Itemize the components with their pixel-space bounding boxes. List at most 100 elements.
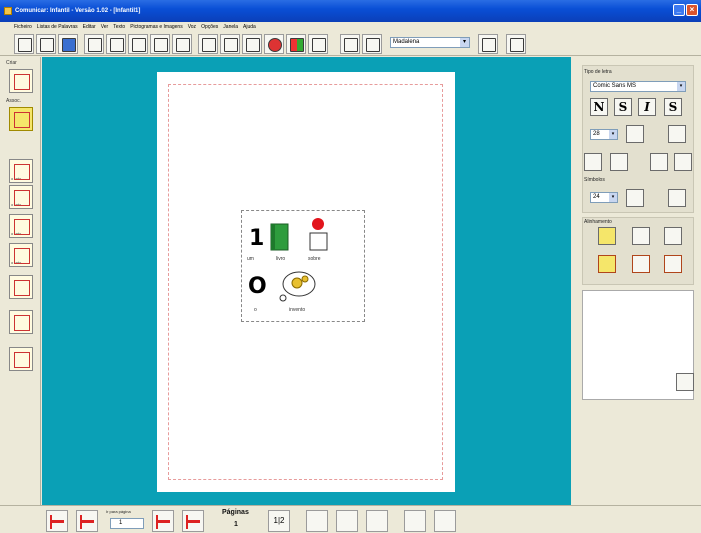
abc-symbol-icon[interactable] xyxy=(506,34,526,54)
delete-icon[interactable] xyxy=(242,34,262,54)
page-number-input[interactable]: 1 xyxy=(110,518,144,529)
right-format-panel: Tipo de letra Comic Sans MS ▾ N S I S 28… xyxy=(572,57,701,505)
tool-caption: o rato xyxy=(11,176,22,181)
resize-icon[interactable] xyxy=(9,310,33,334)
add-page-icon[interactable] xyxy=(404,510,426,532)
tool-caption: o rato xyxy=(11,231,22,236)
tool-caption: o rato xyxy=(11,260,22,265)
criar-label: Criar xyxy=(6,60,17,66)
align-center-icon[interactable] xyxy=(632,227,650,245)
font-color-icon[interactable] xyxy=(626,125,644,143)
symbol-size-select[interactable]: 24 ▾ xyxy=(590,192,618,203)
open-folder-icon[interactable] xyxy=(36,34,56,54)
menu-janela[interactable]: Janela xyxy=(223,24,238,30)
list-icon[interactable] xyxy=(650,153,668,171)
zoom-out-icon[interactable] xyxy=(366,510,388,532)
underline-button[interactable]: S xyxy=(614,98,632,116)
close-button[interactable]: × xyxy=(686,4,698,16)
next-page-icon[interactable] xyxy=(152,510,174,532)
last-page-icon[interactable] xyxy=(182,510,204,532)
clear-image-icon[interactable] xyxy=(676,373,694,391)
tool-button-4[interactable]: o rato xyxy=(9,243,33,267)
voice-settings-icon[interactable] xyxy=(362,34,382,54)
minimize-button[interactable]: _ xyxy=(673,4,685,16)
symbol-label-um: um xyxy=(247,256,254,262)
menu-pictogramas[interactable]: Pictogramas e Imagens xyxy=(130,24,183,30)
menu-texto[interactable]: Texto xyxy=(113,24,125,30)
spellcheck-icon[interactable] xyxy=(478,34,498,54)
tool-button-3[interactable]: o rato xyxy=(9,214,33,238)
symbol-size-label: Símbolos xyxy=(584,177,605,183)
strike-button[interactable]: S xyxy=(664,98,682,116)
tool-button-1[interactable]: o rato xyxy=(9,159,33,183)
alignment-label: Alinhamento xyxy=(584,219,612,225)
menu-ajuda[interactable]: Ajuda xyxy=(243,24,256,30)
menu-listas[interactable]: Listas de Palavras xyxy=(37,24,78,30)
align-left-icon[interactable] xyxy=(598,227,616,245)
italic-button[interactable]: I xyxy=(638,98,656,116)
image-frame-icon[interactable] xyxy=(584,153,602,171)
page-layout-button[interactable]: 1|2 xyxy=(268,510,290,532)
symbol-size-value: 24 xyxy=(593,194,600,200)
color-grid-icon[interactable] xyxy=(286,34,306,54)
font-select[interactable]: Comic Sans MS ▾ xyxy=(590,81,686,92)
undo-icon[interactable] xyxy=(198,34,218,54)
menu-editar[interactable]: Editar xyxy=(83,24,96,30)
first-page-icon[interactable] xyxy=(46,510,68,532)
associate-button[interactable] xyxy=(9,107,33,131)
valign-top-icon[interactable] xyxy=(598,255,616,273)
numbered-list-icon[interactable] xyxy=(674,153,692,171)
symbol-icon[interactable] xyxy=(264,34,284,54)
menu-ver[interactable]: Ver xyxy=(101,24,109,30)
valign-middle-icon[interactable] xyxy=(632,255,650,273)
menu-opcoes[interactable]: Opções xyxy=(201,24,218,30)
chevron-down-icon[interactable]: ▾ xyxy=(460,38,469,47)
zoom-in-icon[interactable] xyxy=(306,510,328,532)
assoc-label: Assoc. xyxy=(6,98,22,104)
menu-voz[interactable]: Voz xyxy=(188,24,196,30)
open-image-icon[interactable] xyxy=(9,347,33,371)
symbol-label-sobre: sobre xyxy=(308,256,321,262)
pages-title: Páginas xyxy=(222,509,249,516)
page-navigation-bar: Ir para página 1 Páginas 1 1|2 xyxy=(0,505,701,533)
create-symbol-button[interactable] xyxy=(9,69,33,93)
symbol-grid-icon[interactable] xyxy=(668,189,686,207)
book-icon xyxy=(270,223,289,251)
symbol-color-icon[interactable] xyxy=(626,189,644,207)
new-document-icon[interactable] xyxy=(14,34,34,54)
left-tool-panel: Criar Assoc. o rato o rato o rato o rato xyxy=(0,57,41,533)
tool-button-2[interactable]: o rato xyxy=(9,185,33,209)
voice-select[interactable]: Madalena ▾ xyxy=(390,37,470,48)
align-right-icon[interactable] xyxy=(664,227,682,245)
chevron-down-icon[interactable]: ▾ xyxy=(609,130,617,139)
on-top-icon xyxy=(309,218,328,251)
valign-bottom-icon[interactable] xyxy=(664,255,682,273)
paste-icon[interactable] xyxy=(150,34,170,54)
save-icon[interactable] xyxy=(58,34,78,54)
chevron-down-icon[interactable]: ▾ xyxy=(677,82,685,91)
previous-page-icon[interactable] xyxy=(76,510,98,532)
speech-bubble-icon[interactable] xyxy=(9,275,33,299)
speaker-icon[interactable] xyxy=(340,34,360,54)
bold-button[interactable]: N xyxy=(590,98,608,116)
delete-page-icon[interactable] xyxy=(434,510,456,532)
paste-special-icon[interactable] xyxy=(172,34,192,54)
font-size-select[interactable]: 28 ▾ xyxy=(590,129,618,140)
symbol-label-livro: livro xyxy=(276,256,286,262)
fit-page-icon[interactable] xyxy=(336,510,358,532)
thought-bubble-icon xyxy=(279,271,316,302)
chevron-down-icon[interactable]: ▾ xyxy=(609,193,617,202)
copy-icon[interactable] xyxy=(128,34,148,54)
app-icon xyxy=(4,7,12,15)
font-type-label: Tipo de letra xyxy=(584,69,612,75)
layout-icon[interactable] xyxy=(308,34,328,54)
go-to-page-label: Ir para página xyxy=(106,509,131,514)
menu-ficheiro[interactable]: Ficheiro xyxy=(14,24,32,30)
eraser-icon[interactable] xyxy=(220,34,240,54)
page-number-value: 1 xyxy=(119,520,123,526)
window-controls: _ × xyxy=(673,4,698,16)
symbol-frame-icon[interactable] xyxy=(610,153,628,171)
text-highlight-icon[interactable] xyxy=(668,125,686,143)
cut-icon[interactable] xyxy=(106,34,126,54)
print-icon[interactable] xyxy=(84,34,104,54)
